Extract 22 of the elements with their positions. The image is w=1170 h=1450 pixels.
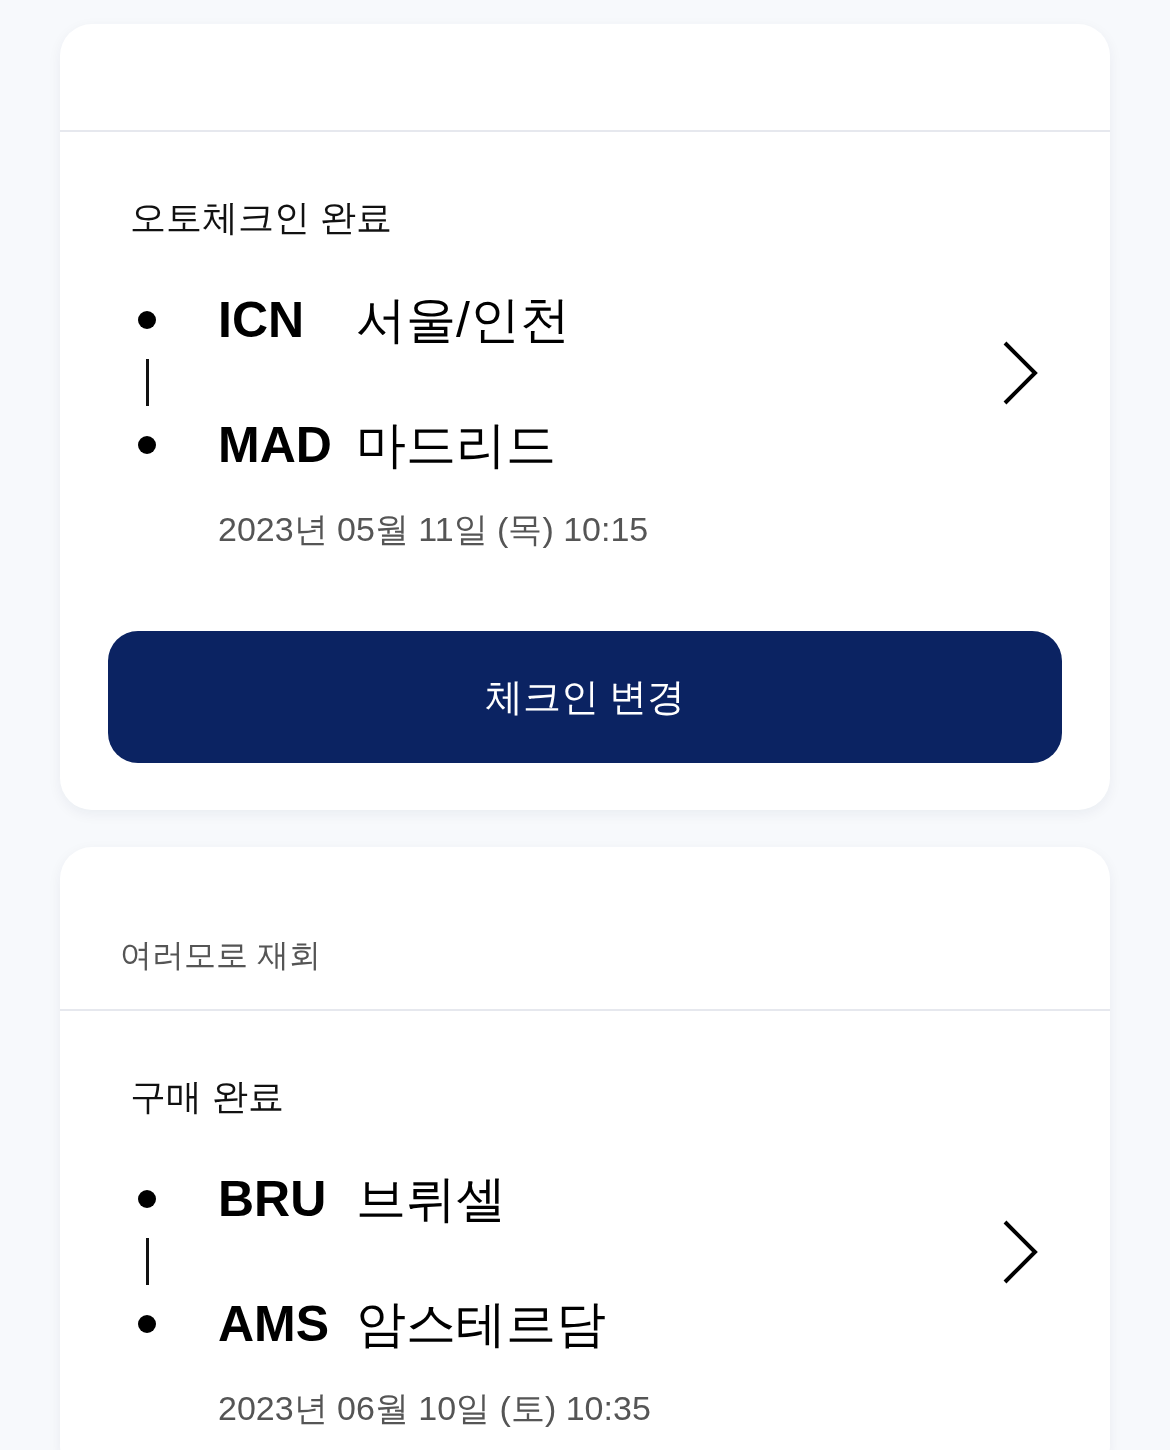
connector-line — [145, 1238, 149, 1285]
bullet-icon — [138, 1190, 156, 1208]
bullet-icon — [138, 436, 156, 454]
change-checkin-button[interactable]: 체크인 변경 — [108, 631, 1062, 763]
city-name: 서울/인천 — [356, 291, 570, 350]
booking-status: 오토체크인 완료 — [130, 196, 393, 240]
connector-line — [145, 359, 149, 406]
chevron-right-icon[interactable] — [1002, 1219, 1038, 1284]
booking-status: 구매 완료 — [130, 1075, 285, 1119]
bullet-icon — [138, 1315, 156, 1333]
airport-code: ICN — [218, 291, 306, 350]
city-name: 마드리드 — [356, 416, 556, 475]
city-name: 암스테르담 — [356, 1295, 606, 1354]
bullet-icon — [138, 311, 156, 329]
flight-datetime: 2023년 06월 10일 (토) 10:35 — [218, 1388, 652, 1429]
flight-datetime: 2023년 05월 11일 (목) 10:15 — [218, 509, 650, 550]
airport-code: AMS — [218, 1295, 331, 1354]
airport-code: MAD — [218, 416, 333, 475]
card-subtitle: 여러모로 재회 — [120, 936, 321, 975]
chevron-right-icon[interactable] — [1002, 340, 1038, 405]
city-name: 브뤼셀 — [356, 1170, 506, 1229]
airport-code: BRU — [218, 1170, 328, 1229]
